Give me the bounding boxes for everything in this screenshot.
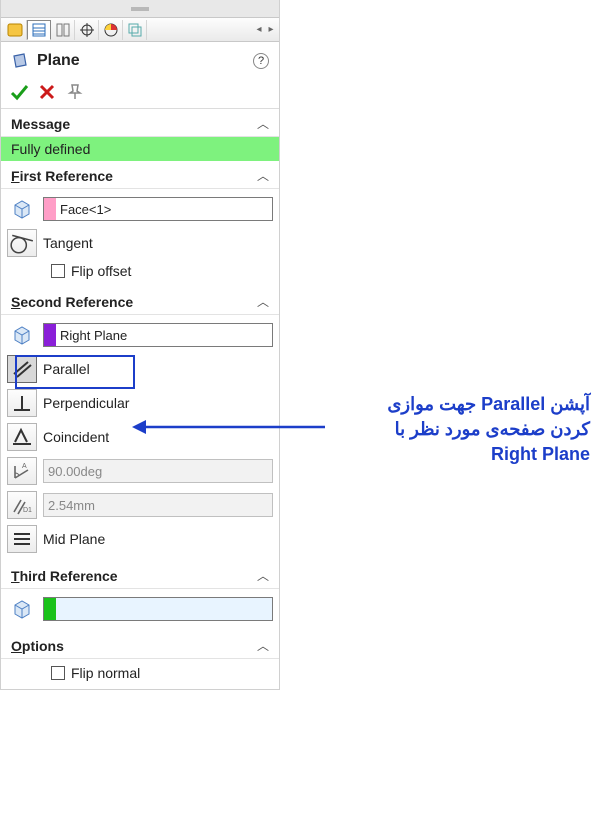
first-reference-value: Face<1>	[56, 202, 272, 217]
chevron-up-icon: ︿	[257, 167, 269, 184]
cancel-button[interactable]	[37, 82, 57, 102]
title-row: Plane ?	[1, 42, 279, 78]
help-icon[interactable]: ?	[253, 53, 269, 69]
coincident-label: Coincident	[43, 429, 109, 445]
second-reference-label: Second Reference	[11, 294, 133, 310]
feature-title: Plane	[37, 52, 253, 70]
parallel-option-button[interactable]	[7, 355, 37, 383]
second-reference-value: Right Plane	[56, 328, 272, 343]
tangent-label: Tangent	[43, 235, 93, 251]
distance-input: 2.54mm	[43, 493, 273, 517]
flip-normal-label: Flip normal	[71, 665, 140, 681]
flip-normal-checkbox[interactable]	[51, 666, 65, 680]
action-row	[1, 78, 279, 109]
second-reference-input[interactable]: Right Plane	[43, 323, 273, 347]
distance-option-button[interactable]: D1	[7, 491, 37, 519]
first-reference-header[interactable]: First Reference ︿	[1, 161, 279, 189]
svg-text:D1: D1	[23, 507, 32, 514]
flip-offset-checkbox[interactable]	[51, 264, 65, 278]
tangent-option-button[interactable]	[7, 229, 37, 257]
message-header-label: Message	[11, 116, 70, 132]
options-header[interactable]: Options ︿	[1, 631, 279, 659]
tab-display-manager[interactable]	[99, 20, 123, 40]
ok-button[interactable]	[9, 82, 29, 102]
tab-extra[interactable]	[123, 20, 147, 40]
first-reference-label: First Reference	[11, 168, 113, 184]
midplane-label: Mid Plane	[43, 531, 105, 547]
plane-icon	[11, 52, 29, 70]
selection-color-pink	[44, 198, 56, 220]
tab-scroll-right[interactable]: ▸	[265, 24, 277, 35]
second-reference-header[interactable]: Second Reference ︿	[1, 287, 279, 315]
message-body: Fully defined	[1, 137, 279, 161]
third-ref-cube-icon[interactable]	[7, 595, 37, 623]
second-ref-cube-icon[interactable]	[7, 321, 37, 349]
second-reference-body: Right Plane Parallel Perpendicular Coinc…	[1, 315, 279, 561]
annotation-line-3: Right Plane	[300, 442, 590, 467]
tab-dimxpert[interactable]	[75, 20, 99, 40]
pin-button[interactable]	[65, 82, 85, 102]
chevron-up-icon: ︿	[257, 293, 269, 310]
options-label: Options	[11, 638, 64, 654]
midplane-option-button[interactable]	[7, 525, 37, 553]
third-reference-label: Third Reference	[11, 568, 118, 584]
selection-color-green	[44, 598, 56, 620]
chevron-up-icon: ︿	[257, 115, 269, 132]
flip-offset-label: Flip offset	[71, 263, 131, 279]
message-status: Fully defined	[1, 137, 279, 161]
chevron-up-icon: ︿	[257, 567, 269, 584]
third-reference-input[interactable]	[43, 597, 273, 621]
parallel-label: Parallel	[43, 361, 90, 377]
annotation-line-1: آپشن Parallel جهت موازی	[300, 392, 590, 417]
options-body: Flip normal	[1, 659, 279, 689]
panel-drag-handle[interactable]	[1, 0, 279, 18]
coincident-option-button[interactable]	[7, 423, 37, 451]
third-reference-header[interactable]: Third Reference ︿	[1, 561, 279, 589]
first-reference-body: Face<1> Tangent Flip offset	[1, 189, 279, 287]
perpendicular-label: Perpendicular	[43, 395, 129, 411]
first-ref-cube-icon[interactable]	[7, 195, 37, 223]
perpendicular-option-button[interactable]	[7, 389, 37, 417]
third-reference-body	[1, 589, 279, 631]
tab-configuration-manager[interactable]	[51, 20, 75, 40]
svg-text:A: A	[22, 463, 27, 470]
angle-input: 90.00deg	[43, 459, 273, 483]
tab-scroll-left[interactable]: ◂	[253, 24, 265, 35]
tab-nav: ◂ ▸	[253, 24, 277, 35]
annotation-text: آپشن Parallel جهت موازی کردن صفحه‌ی مورد…	[300, 392, 590, 468]
annotation-line-2: کردن صفحه‌ی مورد نظر با	[300, 417, 590, 442]
tab-feature-manager[interactable]	[3, 20, 27, 40]
message-header[interactable]: Message ︿	[1, 109, 279, 137]
chevron-up-icon: ︿	[257, 637, 269, 654]
selection-color-purple	[44, 324, 56, 346]
tab-bar: ◂ ▸	[1, 18, 279, 42]
first-reference-input[interactable]: Face<1>	[43, 197, 273, 221]
tab-property-manager[interactable]	[27, 20, 51, 40]
property-manager-panel: ◂ ▸ Plane ? Message ︿ Fully defined Firs…	[0, 0, 280, 690]
angle-option-button[interactable]: A	[7, 457, 37, 485]
